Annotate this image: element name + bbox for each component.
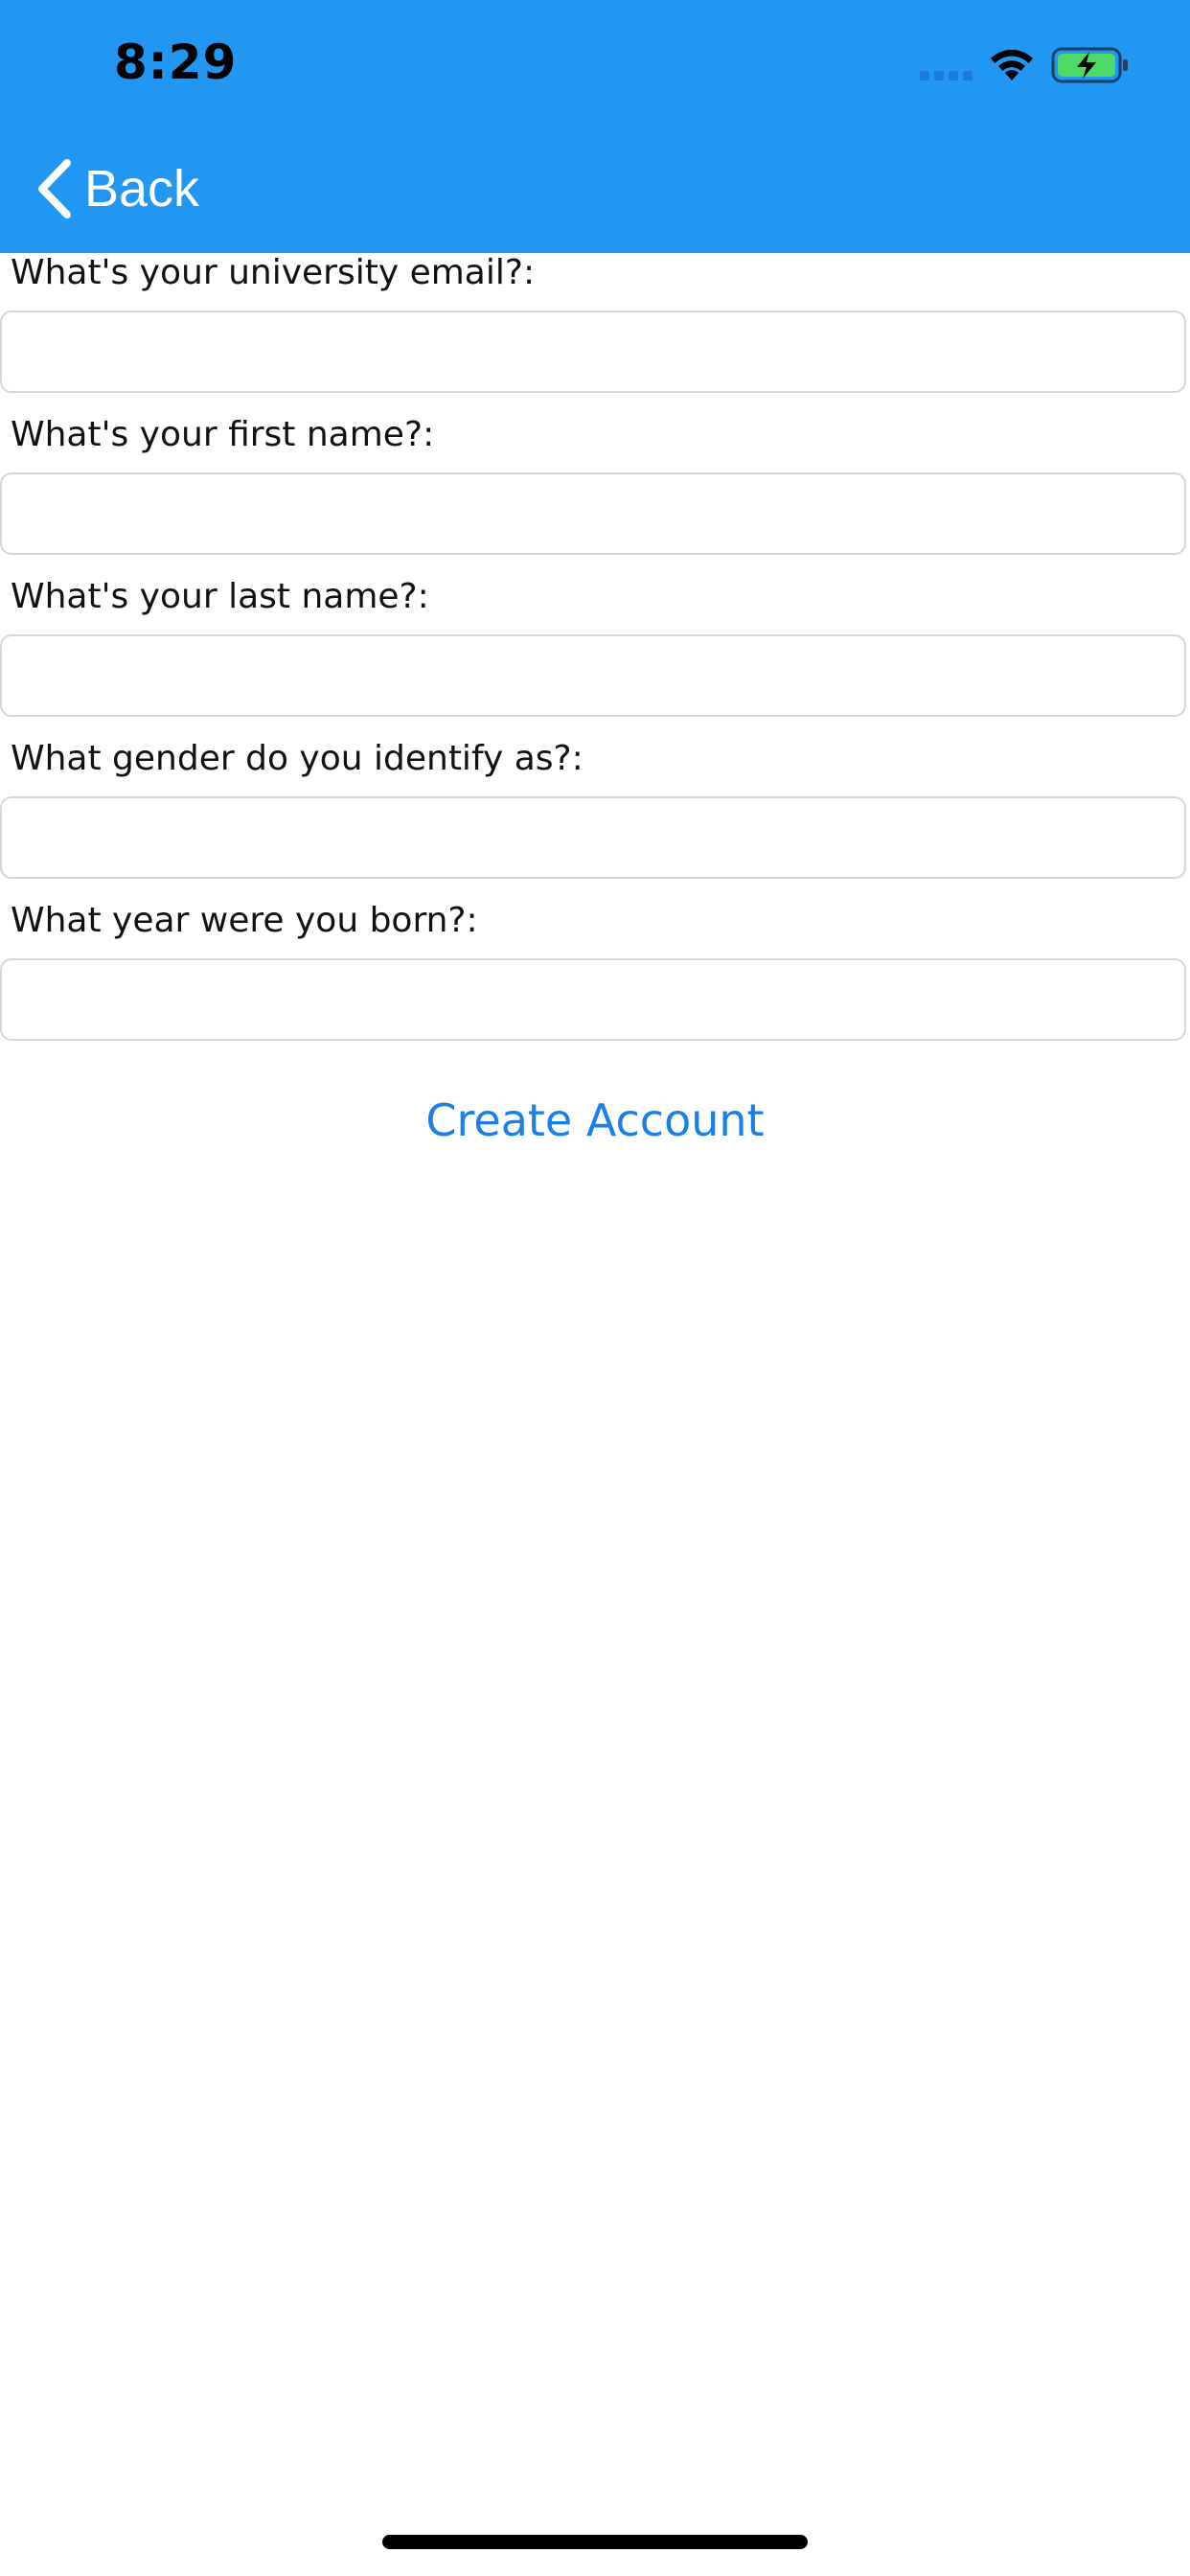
status-time: 8:29 xyxy=(114,34,238,90)
create-account-button[interactable]: Create Account xyxy=(0,1094,1190,1146)
home-indicator xyxy=(382,2535,808,2549)
email-field[interactable] xyxy=(0,310,1186,393)
chevron-left-icon xyxy=(38,159,71,218)
first-name-field[interactable] xyxy=(0,472,1186,555)
email-label: What's your university email?: xyxy=(11,253,536,292)
gender-label: What gender do you identify as?: xyxy=(11,739,584,778)
gender-field[interactable] xyxy=(0,796,1186,879)
birth-year-field[interactable] xyxy=(0,958,1186,1041)
battery-charging-icon xyxy=(1051,47,1128,83)
back-label: Back xyxy=(84,160,200,218)
back-button[interactable]: Back xyxy=(33,155,199,222)
header-bar: 8:29 Back xyxy=(0,0,1190,253)
wifi-icon xyxy=(991,49,1033,80)
birth-year-label: What year were you born?: xyxy=(11,901,478,940)
first-name-label: What's your first name?: xyxy=(11,415,435,454)
create-account-screen: 8:29 Back What's your university email?:… xyxy=(0,0,1190,2576)
last-name-field[interactable] xyxy=(0,634,1186,717)
last-name-label: What's your last name?: xyxy=(11,577,429,616)
cellular-signal-icon xyxy=(920,71,973,80)
